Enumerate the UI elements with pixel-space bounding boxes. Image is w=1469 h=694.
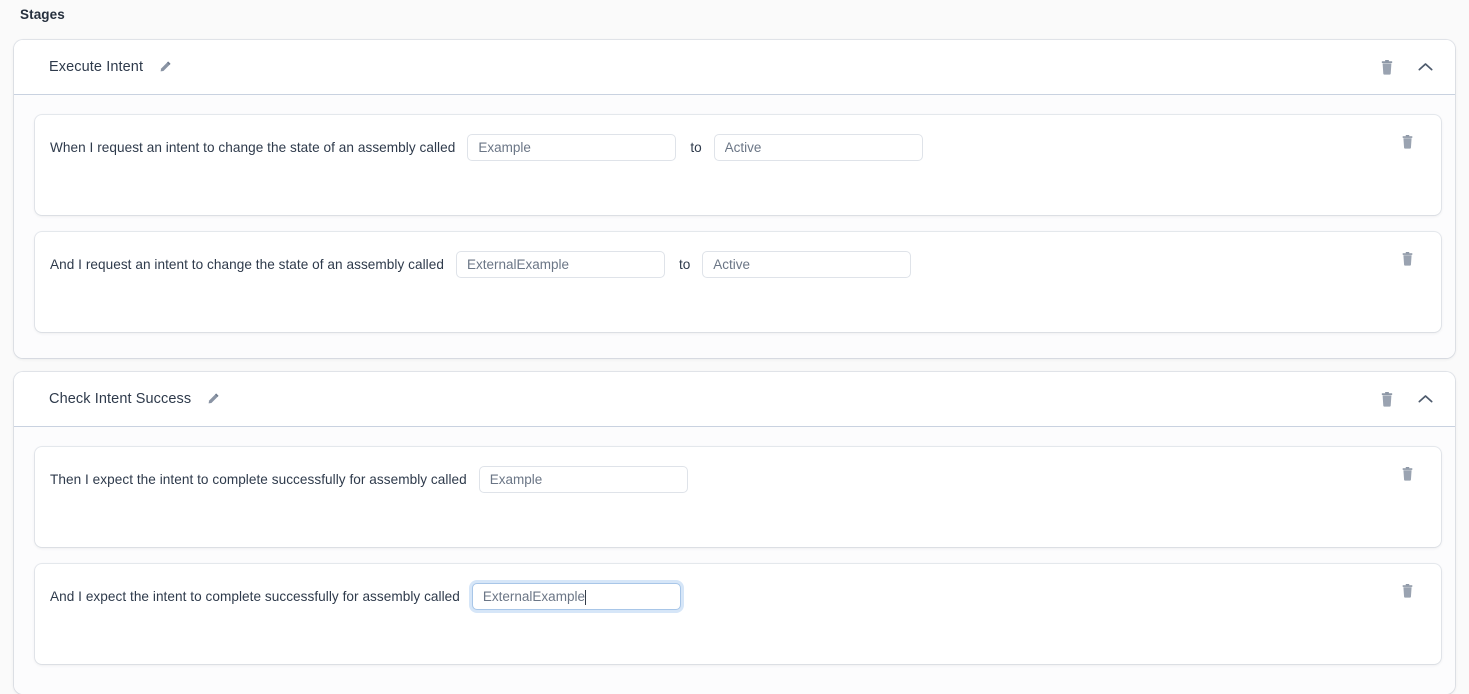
step-card: Then I expect the intent to complete suc… [35, 447, 1441, 547]
step-row: When I request an intent to change the s… [35, 129, 923, 165]
assembly-state-input[interactable] [713, 133, 923, 161]
focused-input-wrapper [460, 582, 681, 610]
stage-body: Then I expect the intent to complete suc… [14, 427, 1455, 694]
step-card: And I expect the intent to complete succ… [35, 564, 1441, 664]
pencil-icon[interactable] [157, 59, 173, 75]
to-label: to [678, 256, 691, 272]
stage-title: Check Intent Success [49, 391, 192, 407]
assembly-name-input-focused[interactable] [471, 582, 681, 610]
trash-icon[interactable] [1397, 581, 1417, 601]
step-label: Then I expect the intent to complete suc… [50, 471, 467, 487]
step-row: Then I expect the intent to complete suc… [35, 461, 688, 497]
assembly-name-input[interactable] [467, 133, 677, 161]
trash-icon[interactable] [1377, 389, 1397, 409]
trash-icon[interactable] [1397, 249, 1417, 269]
chevron-up-icon[interactable] [1415, 57, 1435, 77]
step-label: And I request an intent to change the st… [50, 256, 444, 272]
stage-header-actions [1377, 57, 1435, 77]
assembly-name-input[interactable] [478, 465, 688, 493]
stage-title: Execute Intent [49, 59, 144, 75]
step-card: When I request an intent to change the s… [35, 115, 1441, 215]
step-label: When I request an intent to change the s… [50, 139, 456, 155]
trash-icon[interactable] [1397, 464, 1417, 484]
to-label: to [690, 139, 702, 155]
chevron-up-icon[interactable] [1415, 389, 1435, 409]
stage-header-actions [1377, 389, 1435, 409]
stage-card-check-intent-success: Check Intent Success Then I expect the i… [14, 372, 1455, 694]
stage-card-execute-intent: Execute Intent When I request an intent … [14, 40, 1455, 358]
stage-header[interactable]: Execute Intent [14, 40, 1455, 95]
page-title: Stages [20, 7, 65, 22]
pencil-icon[interactable] [205, 391, 221, 407]
stages-page: Stages Execute Intent When I request an … [0, 0, 1469, 694]
assembly-name-input[interactable] [455, 250, 665, 278]
step-card: And I request an intent to change the st… [35, 232, 1441, 332]
step-row: And I expect the intent to complete succ… [35, 578, 681, 614]
trash-icon[interactable] [1377, 57, 1397, 77]
step-row: And I request an intent to change the st… [35, 246, 912, 282]
step-label: And I expect the intent to complete succ… [50, 588, 460, 604]
text-caret [584, 589, 586, 605]
stage-header[interactable]: Check Intent Success [14, 372, 1455, 427]
assembly-state-input[interactable] [702, 250, 912, 278]
trash-icon[interactable] [1397, 132, 1417, 152]
stage-body: When I request an intent to change the s… [14, 95, 1455, 358]
